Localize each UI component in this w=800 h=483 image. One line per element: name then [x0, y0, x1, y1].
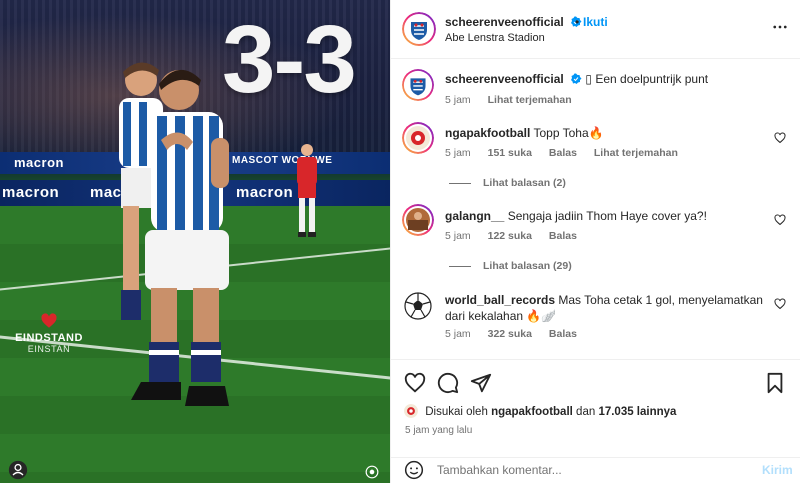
- score-overlay: 3-3: [222, 6, 357, 113]
- club-logo-icon: [402, 69, 434, 101]
- tagged-user-icon[interactable]: [8, 460, 28, 480]
- liked-by-prefix: Disukai oleh: [425, 406, 488, 418]
- caption-time: 5 jam: [445, 94, 471, 106]
- liked-by-joiner: dan: [576, 406, 596, 418]
- post-author-username[interactable]: scheerenveenofficial: [445, 15, 564, 29]
- eindstand-badge: EINDSTAND EINSTAN: [14, 312, 84, 354]
- comment-text: ngapakfootball Topp Toha🔥: [445, 125, 765, 141]
- reply-button[interactable]: Balas: [549, 328, 577, 340]
- comment-text: galangn__ Sengaja jadiin Thom Haye cover…: [445, 208, 765, 224]
- heart-icon: [41, 313, 57, 328]
- comment-likes[interactable]: 151 suka: [488, 147, 532, 159]
- comment-body: Sengaja jadiin Thom Haye cover ya?!: [507, 209, 707, 223]
- avatar[interactable]: [402, 122, 434, 154]
- comment-username[interactable]: galangn__: [445, 209, 504, 223]
- caption-meta: 5 jam Lihat terjemahan: [445, 94, 586, 106]
- ellipsis-icon[interactable]: [771, 18, 789, 36]
- heart-icon[interactable]: [774, 214, 786, 226]
- avatar: [404, 404, 418, 418]
- user-avatar-icon: [402, 122, 434, 154]
- comment-item: ngapakfootball Topp Toha🔥 5 jam 151 suka…: [391, 120, 800, 202]
- ad-text: macron: [14, 155, 64, 170]
- comment-time: 5 jam: [445, 147, 471, 159]
- post-author[interactable]: scheerenveenofficial: [445, 15, 582, 29]
- soccer-ball-avatar-icon: [404, 292, 432, 320]
- avatar[interactable]: [402, 69, 434, 101]
- comment-likes[interactable]: 122 suka: [488, 230, 532, 242]
- caption-body: ▯ Een doelpuntrijk punt: [585, 72, 709, 86]
- emoji-face-icon[interactable]: [404, 460, 424, 480]
- post-location[interactable]: Abe Lenstra Stadion: [445, 32, 545, 44]
- opponent-player: [297, 144, 317, 237]
- reply-button[interactable]: Balas: [549, 147, 577, 159]
- comment-text: world_ball_records Mas Toha cetak 1 gol,…: [445, 292, 765, 324]
- caption-text: scheerenveenofficial ▯ Een doelpuntrijk …: [445, 71, 765, 87]
- celebrating-players: [119, 62, 229, 406]
- view-replies-link[interactable]: Lihat balasan (2): [449, 177, 566, 189]
- heart-icon[interactable]: [774, 132, 786, 144]
- liked-by-count[interactable]: 17.035 lainnya: [598, 406, 676, 418]
- follow-button[interactable]: Ikuti: [583, 15, 608, 29]
- comment-time: 5 jam: [445, 328, 471, 340]
- bookmark-icon[interactable]: [764, 372, 786, 394]
- post-header: scheerenveenofficial • Ikuti Abe Lenstra…: [391, 0, 800, 59]
- comment-likes[interactable]: 322 suka: [488, 328, 532, 340]
- comment-meta: 5 jam 151 suka Balas Lihat terjemahan: [445, 147, 692, 159]
- paper-plane-icon[interactable]: [470, 372, 492, 394]
- comment-username[interactable]: ngapakfootball: [445, 126, 530, 140]
- user-avatar-icon: [402, 204, 434, 236]
- separator-dot: •: [575, 15, 580, 29]
- comments-list[interactable]: scheerenveenofficial ▯ Een doelpuntrijk …: [391, 60, 800, 358]
- comment-input[interactable]: [437, 460, 737, 480]
- comment-time: 5 jam: [445, 230, 471, 242]
- avatar[interactable]: [402, 12, 436, 46]
- heart-icon[interactable]: [404, 372, 426, 394]
- heart-icon[interactable]: [774, 298, 786, 310]
- liked-by-user[interactable]: ngapakfootball: [491, 406, 573, 418]
- badge-subtitle: EINSTAN: [27, 344, 71, 354]
- comment-body: Topp Toha🔥: [533, 126, 604, 140]
- comment-username[interactable]: world_ball_records: [445, 293, 555, 307]
- verified-badge-icon: [571, 73, 582, 84]
- caption-username[interactable]: scheerenveenofficial: [445, 72, 564, 86]
- avatar[interactable]: [402, 290, 434, 322]
- view-replies-link[interactable]: Lihat balasan (29): [449, 260, 572, 272]
- post-timestamp[interactable]: 5 jam yang lalu: [405, 425, 472, 436]
- reply-button[interactable]: Balas: [549, 230, 577, 242]
- comment-meta: 5 jam 122 suka Balas: [445, 230, 591, 242]
- send-button[interactable]: Kirim: [762, 463, 793, 477]
- eredivisie-logo-icon: [365, 465, 379, 479]
- translate-link[interactable]: Lihat terjemahan: [488, 94, 572, 106]
- post-actions: Disukai oleh ngapakfootball dan 17.035 l…: [391, 359, 800, 456]
- user-avatar-icon: [404, 404, 418, 418]
- club-logo-icon: [402, 12, 436, 46]
- comment-bubble-icon[interactable]: [437, 372, 459, 394]
- comment-meta: 5 jam 322 suka Balas: [445, 328, 591, 340]
- comment-item: world_ball_records Mas Toha cetak 1 gol,…: [391, 286, 800, 358]
- comment-composer: Kirim: [391, 457, 800, 483]
- avatar[interactable]: [402, 204, 434, 236]
- likes-summary[interactable]: Disukai oleh ngapakfootball dan 17.035 l…: [404, 404, 676, 418]
- caption: scheerenveenofficial ▯ Een doelpuntrijk …: [391, 60, 800, 120]
- post-image[interactable]: macron MASCOT WORKWE macron macron macro…: [0, 0, 390, 483]
- ad-text: macron: [236, 184, 294, 201]
- ad-text: macron: [2, 184, 60, 201]
- translate-link[interactable]: Lihat terjemahan: [594, 147, 678, 159]
- badge-title: EINDSTAND: [15, 332, 83, 344]
- comment-item: galangn__ Sengaja jadiin Thom Haye cover…: [391, 202, 800, 286]
- post-side-panel: scheerenveenofficial • Ikuti Abe Lenstra…: [390, 0, 800, 483]
